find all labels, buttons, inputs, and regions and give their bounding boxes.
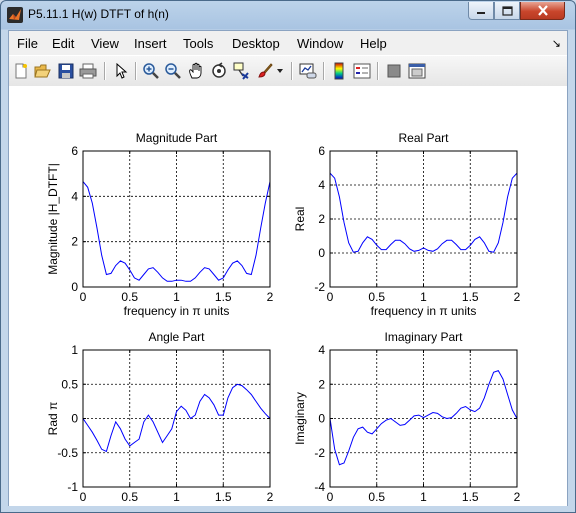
figure-client-area: File Edit View Insert Tools Desktop Wind… [8,30,568,506]
x-tick-label: 0.5 [368,290,385,304]
maximize-icon [501,5,513,16]
y-tick-label: 0.5 [61,377,78,391]
menu-help[interactable]: Help [360,36,387,51]
y-tick-label: 0 [71,412,78,426]
data-cursor-icon[interactable] [232,61,252,81]
menu-edit[interactable]: Edit [52,36,74,51]
brush-icon[interactable] [255,61,275,81]
y-tick-label: -4 [314,480,325,494]
link-plot-icon[interactable] [298,61,318,81]
y-tick-label: 2 [318,377,325,391]
x-tick-label: 1 [173,490,180,504]
x-axis-label: frequency in π units [371,304,477,318]
x-tick-label: 1.5 [462,290,479,304]
pan-icon[interactable] [186,61,206,81]
subplot-grid: 0 0.5 1 1.5 2 0 2 4 6 Magnitude Part frequency in … [46,131,521,506]
close-button[interactable] [520,2,565,20]
y-axis-label: Magnitude |H_DTFT| [46,163,60,275]
x-tick-label: 0.5 [368,490,385,504]
x-tick-label: 2 [267,490,274,504]
y-tick-label: 6 [318,144,325,158]
y-tick-label: 0 [318,412,325,426]
minimize-button[interactable] [468,2,494,20]
rotate-icon[interactable] [209,61,229,81]
axes-title: Imaginary Part [384,330,463,344]
x-tick-label: 1.5 [215,290,232,304]
x-tick-label: 0 [80,290,87,304]
x-tick-label: 0 [327,290,334,304]
toolbar-separator [377,62,379,80]
print-icon[interactable] [78,61,98,81]
toolbar-separator [104,62,106,80]
menu-insert[interactable]: Insert [134,36,167,51]
legend-icon[interactable] [352,61,372,81]
zoom-in-icon[interactable] [141,61,161,81]
y-tick-label: 4 [318,178,325,192]
figure-canvas: 0 0.5 1 1.5 2 0 2 4 6 Magnitude Part frequency in … [9,86,567,506]
y-tick-label: 2 [71,235,78,249]
menu-view[interactable]: View [91,36,119,51]
new-figure-icon[interactable] [11,61,31,81]
open-file-icon[interactable] [33,61,53,81]
y-tick-label: 4 [318,343,325,357]
dock-arrow-icon[interactable]: ↘ [552,37,561,50]
close-icon [537,5,548,16]
menu-window[interactable]: Window [297,36,343,51]
y-tick-label: 6 [71,144,78,158]
x-tick-label: 1.5 [215,490,232,504]
minimize-icon [477,11,485,14]
brush-dropdown-icon[interactable] [275,61,285,81]
x-tick-label: 0.5 [121,490,138,504]
hide-plot-tools-icon[interactable] [384,61,404,81]
menu-desktop[interactable]: Desktop [232,36,280,51]
menu-file[interactable]: File [17,36,38,51]
x-tick-label: 2 [514,490,521,504]
x-tick-label: 0 [80,490,87,504]
toolbar-separator [291,62,293,80]
save-icon[interactable] [56,61,76,81]
axes-title: Real Part [398,131,449,145]
y-tick-label: -2 [314,446,325,460]
x-tick-label: 1 [420,290,427,304]
zoom-out-icon[interactable] [163,61,183,81]
x-tick-label: 1 [173,290,180,304]
y-tick-label: 0 [318,246,325,260]
maximize-button[interactable] [494,2,520,20]
x-tick-label: 1 [420,490,427,504]
x-tick-label: 0 [327,490,334,504]
x-axis-label: frequency in π units [371,504,477,506]
axes-title: Magnitude Part [136,131,218,145]
y-tick-label: 2 [318,212,325,226]
colorbar-icon[interactable] [329,61,349,81]
figure-toolbar [9,55,567,87]
y-tick-label: 1 [71,343,78,357]
x-tick-label: 2 [514,290,521,304]
y-axis-label: Rad π [46,402,60,436]
x-tick-label: 2 [267,290,274,304]
y-axis-label: Imaginary [293,392,307,445]
x-tick-label: 0.5 [121,290,138,304]
menu-tools[interactable]: Tools [183,36,213,51]
y-axis-label: Real [293,207,307,232]
matlab-icon [7,7,23,23]
x-axis-label: frequency in π units [124,504,230,506]
y-tick-label: -0.5 [57,446,78,460]
figure-window: P5.11.1 H(w) DTFT of h(n) File Edit View… [0,0,576,513]
y-tick-label: 4 [71,189,78,203]
title-bar[interactable]: P5.11.1 H(w) DTFT of h(n) [1,1,575,29]
show-plot-tools-icon[interactable] [407,61,427,81]
x-axis-label: frequency in π units [124,304,230,318]
y-tick-label: -2 [314,280,325,294]
toolbar-separator [135,62,137,80]
y-tick-label: -1 [67,480,78,494]
menu-bar: File Edit View Insert Tools Desktop Wind… [9,31,567,55]
pointer-icon[interactable] [111,61,131,81]
axes-title: Angle Part [148,330,205,344]
toolbar-separator [323,62,325,80]
x-tick-label: 1.5 [462,490,479,504]
y-tick-label: 0 [71,280,78,294]
window-title: P5.11.1 H(w) DTFT of h(n) [28,7,169,21]
